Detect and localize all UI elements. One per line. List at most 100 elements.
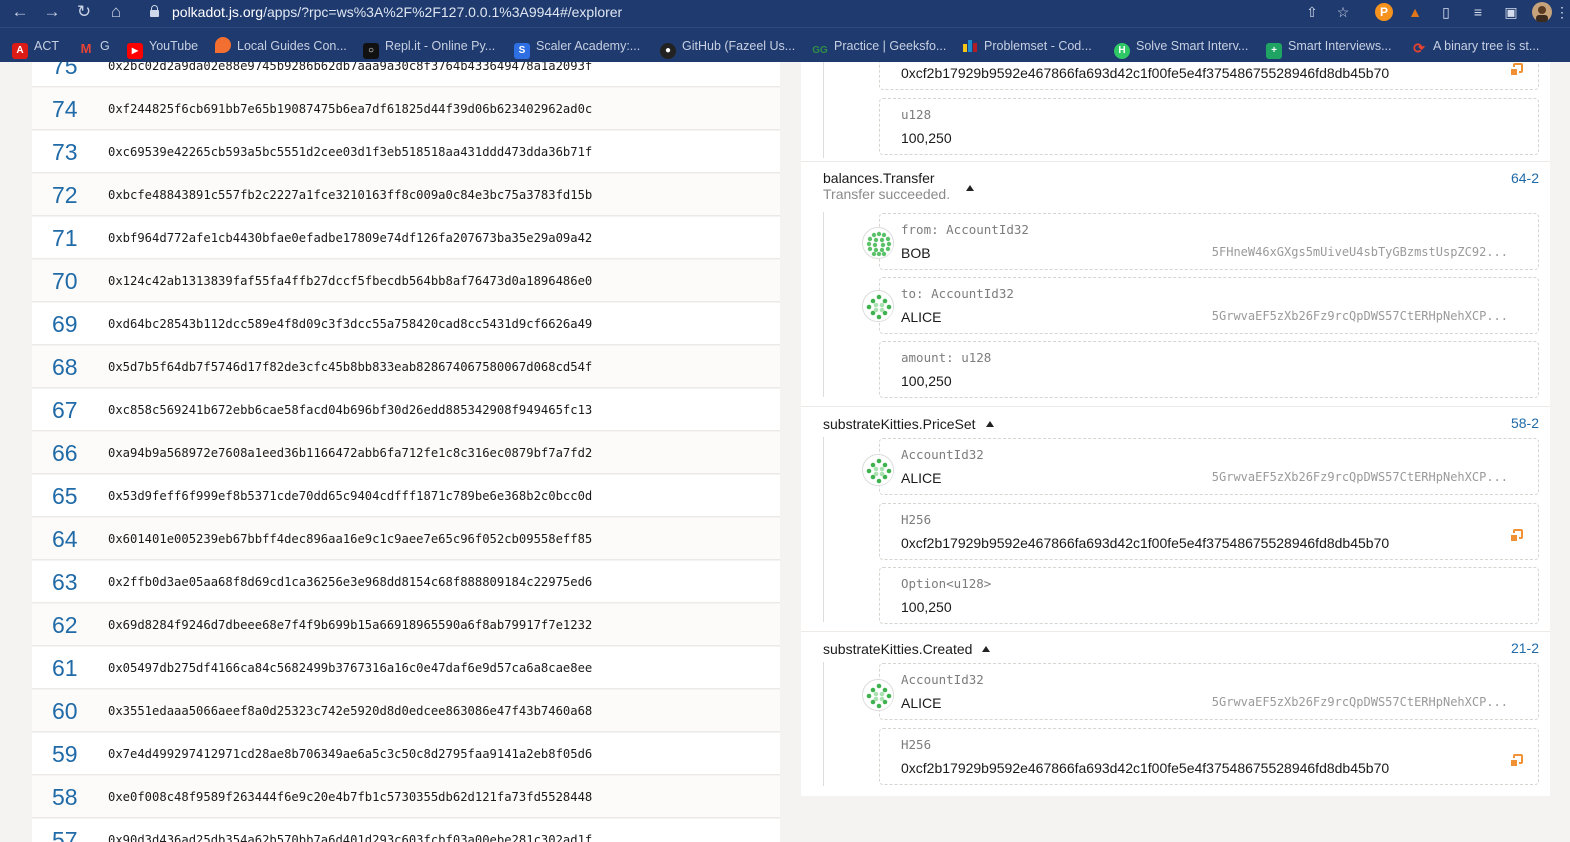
sidebar-icon[interactable]: ▣	[1501, 2, 1521, 22]
bookmark-codeforces[interactable]: Problemset - Cod...	[962, 37, 1092, 55]
bookmark-replit[interactable]: ○ Repl.it - Online Py...	[363, 37, 495, 59]
account-address[interactable]: 5FHneW46xGXgs5mUiveU4sbTyGBzmstUspZC92..…	[1212, 244, 1508, 260]
lock-icon[interactable]	[150, 5, 159, 17]
bookmark-youtube[interactable]: ▶ YouTube	[127, 37, 198, 59]
bookmark-star-icon[interactable]: ☆	[1333, 2, 1353, 22]
param-from: from: AccountId32 BOB 5FHneW46xGXgs5mUiv…	[879, 213, 1539, 270]
reload-icon[interactable]: ↻	[73, 0, 95, 24]
identicon-avatar[interactable]	[862, 227, 894, 259]
divider	[801, 406, 1550, 407]
bookmark-github[interactable]: ● GitHub (Fazeel Us...	[660, 37, 795, 59]
event-id-created[interactable]: 21-2	[1511, 639, 1539, 657]
block-row[interactable]: 75 0x2bc02d2a9da02e88e9745b9286b62db7aaa9…	[32, 62, 780, 87]
collapse-caret-icon[interactable]	[985, 421, 994, 427]
block-row[interactable]: 63 0x2ffb0d3ae05aa68f8d69cd1ca36256e3e968…	[32, 561, 780, 603]
extension-p-icon[interactable]: P	[1375, 3, 1393, 21]
block-row[interactable]: 73 0xc69539e42265cb593a5bc5551d2cee03d1f3…	[32, 131, 780, 173]
collapse-caret-icon[interactable]	[966, 180, 974, 198]
bookmark-local-guides[interactable]: Local Guides Con...	[215, 37, 347, 55]
block-number[interactable]: 62	[52, 610, 78, 640]
block-number[interactable]: 60	[52, 696, 78, 726]
block-number[interactable]: 58	[52, 782, 78, 812]
bookmark-scaler[interactable]: S Scaler Academy:...	[514, 37, 640, 59]
bookmark-gfg[interactable]: GG Practice | Geeksfo...	[812, 37, 946, 56]
event-title-transfer[interactable]: balances.Transfer	[823, 169, 935, 187]
block-row[interactable]: 71 0xbf964d772afe1cb4430bfae0efadbe17809e…	[32, 217, 780, 259]
param-label: Option<u128>	[901, 576, 992, 591]
youtube-icon: ▶	[127, 43, 143, 59]
bookmark-binary-tree[interactable]: ⟳ A binary tree is st...	[1411, 37, 1539, 56]
event-title-priceset[interactable]: substrateKitties.PriceSet	[823, 415, 994, 433]
block-number[interactable]: 66	[52, 438, 78, 468]
block-hash: 0x2bc02d2a9da02e88e9745b9286b62db7aaa9a3…	[108, 62, 593, 73]
block-number[interactable]: 75	[52, 62, 78, 81]
recent-events-panel: 0xcf2b17929b9592e467866fa693d42c1f00fe5e…	[801, 62, 1550, 796]
media-queue-icon[interactable]: ≡	[1468, 2, 1488, 22]
block-hash: 0xd64bc28543b112dcc589e4f8d09c3f3dcc55a7…	[108, 317, 593, 331]
account-address[interactable]: 5GrwvaEF5zXb26Fz9rcQpDWS57CtERHpNehXCP..…	[1212, 308, 1508, 324]
block-row[interactable]: 58 0xe0f008c48f9589f263444f6e9c20e4b7fb1c…	[32, 776, 780, 818]
param-value: 100,250	[901, 130, 952, 146]
metamask-fox-icon[interactable]: ▲	[1405, 2, 1425, 22]
block-row[interactable]: 74 0xf244825f6cb691bb7e65b19087475b6ea7df…	[32, 88, 780, 130]
copy-icon[interactable]	[1509, 529, 1523, 543]
share-icon[interactable]: ⇧	[1302, 2, 1322, 22]
copy-icon[interactable]	[1509, 754, 1523, 768]
block-row[interactable]: 65 0x53d9feff6f999ef8b5371cde70dd65c9404c…	[32, 475, 780, 517]
block-number[interactable]: 71	[52, 223, 78, 253]
block-row[interactable]: 62 0x69d8284f9246d7dbeee68e7f4f9b699b15a6…	[32, 604, 780, 646]
block-number[interactable]: 67	[52, 395, 78, 425]
block-hash: 0xc69539e42265cb593a5bc5551d2cee03d1f3eb…	[108, 145, 593, 159]
block-row[interactable]: 64 0x601401e005239eb67bbff4dec896aa16e9c1…	[32, 518, 780, 560]
block-row[interactable]: 66 0xa94b9a568972e7608a1eed36b1166472abb6…	[32, 432, 780, 474]
block-hash: 0xbf964d772afe1cb4430bfae0efadbe17809e74…	[108, 231, 593, 245]
block-number[interactable]: 64	[52, 524, 78, 554]
account-address[interactable]: 5GrwvaEF5zXb26Fz9rcQpDWS57CtERHpNehXCP..…	[1212, 469, 1508, 485]
event-tree-line	[823, 437, 824, 622]
codeforces-icon	[962, 37, 978, 53]
account-name: BOB	[901, 245, 931, 261]
block-number[interactable]: 68	[52, 352, 78, 382]
account-address[interactable]: 5GrwvaEF5zXb26Fz9rcQpDWS57CtERHpNehXCP..…	[1212, 694, 1508, 710]
extensions-puzzle-icon[interactable]: ▯	[1436, 2, 1456, 22]
event-title-created[interactable]: substrateKitties.Created	[823, 640, 991, 658]
identicon-avatar[interactable]	[862, 454, 894, 486]
block-number[interactable]: 73	[52, 137, 78, 167]
block-number[interactable]: 72	[52, 180, 78, 210]
bookmark-smart-interviews[interactable]: + Smart Interviews...	[1266, 37, 1392, 59]
block-row[interactable]: 60 0x3551edaaa5066aeef8a0d25323c742e5920d…	[32, 690, 780, 732]
block-row[interactable]: 72 0xbcfe48843891c557fb2c2227a1fce3210163…	[32, 174, 780, 216]
copy-icon[interactable]	[1509, 63, 1523, 77]
block-row[interactable]: 70 0x124c42ab1313839faf55fa4ffb27dccf5fbe…	[32, 260, 780, 302]
block-hash: 0xa94b9a568972e7608a1eed36b1166472abb6fa…	[108, 446, 593, 460]
bookmark-gmail[interactable]: MG	[78, 37, 110, 56]
block-row[interactable]: 68 0x5d7b5f64db7f5746d17f82de3cfc45b8bb83…	[32, 346, 780, 388]
event-id-transfer[interactable]: 64-2	[1511, 169, 1539, 187]
forward-arrow-icon[interactable]: →	[41, 0, 63, 24]
block-row[interactable]: 57 0x90d3d436ad25db354a62b570bb7a6d401d29…	[32, 819, 780, 842]
identicon-avatar[interactable]	[862, 679, 894, 711]
profile-avatar[interactable]	[1532, 2, 1552, 22]
collapse-caret-icon[interactable]	[982, 646, 991, 652]
block-number[interactable]: 63	[52, 567, 78, 597]
home-icon[interactable]: ⌂	[105, 0, 127, 24]
block-number[interactable]: 65	[52, 481, 78, 511]
block-number[interactable]: 74	[52, 94, 78, 124]
identicon-avatar[interactable]	[862, 290, 894, 322]
block-row[interactable]: 69 0xd64bc28543b112dcc589e4f8d09c3f3dcc55…	[32, 303, 780, 345]
address-bar[interactable]: polkadot.js.org/apps/?rpc=ws%3A%2F%2F127…	[172, 3, 622, 21]
block-number[interactable]: 69	[52, 309, 78, 339]
block-number[interactable]: 61	[52, 653, 78, 683]
block-number[interactable]: 57	[52, 825, 78, 842]
block-number[interactable]: 70	[52, 266, 78, 296]
bookmark-smart-interviews-solve[interactable]: H Solve Smart Interv...	[1114, 37, 1248, 59]
back-arrow-icon[interactable]: ←	[9, 0, 31, 24]
block-row[interactable]: 59 0x7e4d499297412971cd28ae8b706349ae6a5c…	[32, 733, 780, 775]
bookmark-act[interactable]: A ACT	[12, 37, 59, 59]
event-id-priceset[interactable]: 58-2	[1511, 414, 1539, 432]
block-row[interactable]: 61 0x05497db275df4166ca84c5682499b3767316…	[32, 647, 780, 689]
block-row[interactable]: 67 0xc858c569241b672ebb6cae58facd04b696bf…	[32, 389, 780, 431]
block-number[interactable]: 59	[52, 739, 78, 769]
block-hash: 0x3551edaaa5066aeef8a0d25323c742e5920d8d…	[108, 704, 593, 718]
menu-dots-icon[interactable]: ⋮	[1552, 2, 1570, 22]
